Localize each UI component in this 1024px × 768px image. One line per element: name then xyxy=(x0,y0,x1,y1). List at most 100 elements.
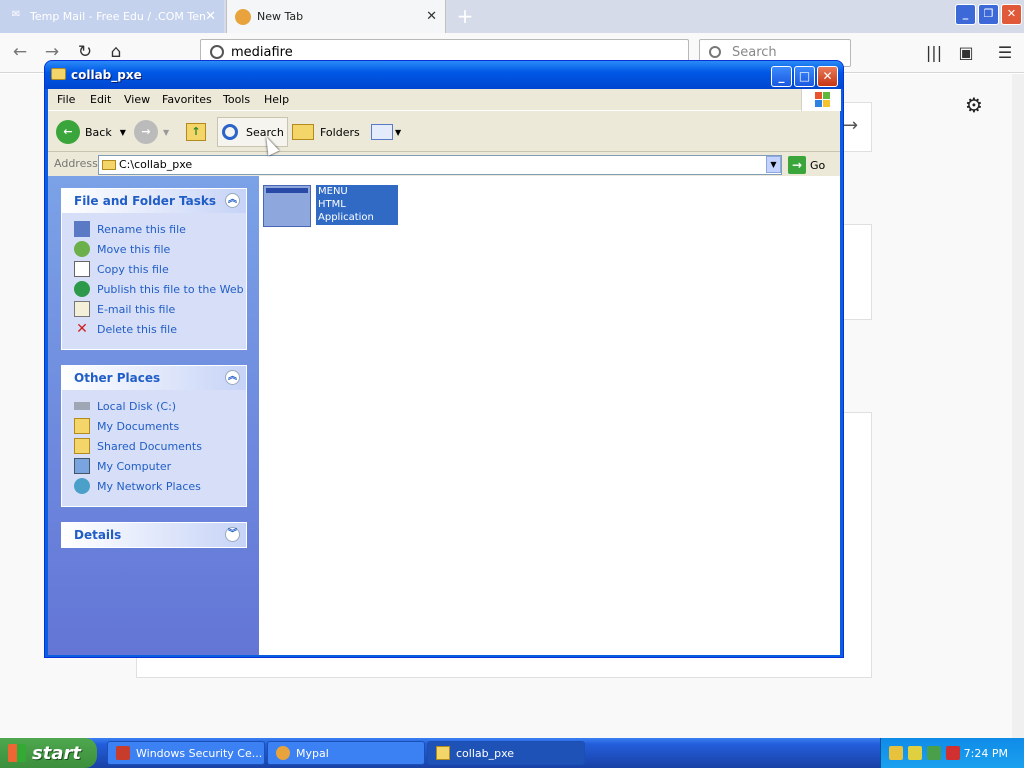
views-button[interactable]: ▼ xyxy=(371,117,401,147)
gear-icon[interactable]: ⚙ xyxy=(965,93,983,117)
local-disk-link[interactable]: Local Disk (C:) xyxy=(62,396,246,416)
mypal-icon xyxy=(276,746,290,760)
chevron-down-icon[interactable]: ▼ xyxy=(163,128,169,137)
link-label: Delete this file xyxy=(97,322,177,336)
shared-documents-link[interactable]: Shared Documents xyxy=(62,436,246,456)
system-tray: 7:24 PM xyxy=(880,738,1024,768)
forward-arrow-icon: → xyxy=(134,120,158,144)
menu-icon[interactable]: ☰ xyxy=(993,41,1017,65)
menu-view[interactable]: View xyxy=(124,93,150,106)
file-item-menu[interactable]: MENU HTML Application 2 KB xyxy=(263,185,401,236)
up-folder-button[interactable]: ↑ xyxy=(186,117,206,147)
collapse-icon[interactable]: ︽ xyxy=(225,193,240,208)
arrow-right-icon[interactable]: → xyxy=(843,115,858,136)
email-file-link[interactable]: E-mail this file xyxy=(62,299,246,319)
panel-title: Details xyxy=(74,528,122,542)
delete-x-icon: ✕ xyxy=(76,321,88,337)
go-button[interactable]: → Go xyxy=(788,155,825,175)
taskbar: start Windows Security Ce... Mypal colla… xyxy=(0,738,1024,768)
alert-icon[interactable] xyxy=(946,746,960,760)
chevron-down-icon[interactable]: ▼ xyxy=(395,128,401,137)
task-label: collab_pxe xyxy=(456,746,515,760)
search-button[interactable]: Search xyxy=(217,117,288,147)
task-collab-pxe[interactable]: collab_pxe xyxy=(427,741,585,765)
minimize-button[interactable]: _ xyxy=(771,66,792,87)
folders-button[interactable]: Folders xyxy=(292,117,360,147)
shield-icon[interactable] xyxy=(908,746,922,760)
tab-temp-mail[interactable]: ✉ Temp Mail - Free Edu / .COM Tem ✕ xyxy=(0,0,224,33)
collapse-icon[interactable]: ︽ xyxy=(225,370,240,385)
tab-title: New Tab xyxy=(257,10,304,23)
link-label: Copy this file xyxy=(97,262,169,276)
sidebar-icon[interactable]: ▣ xyxy=(954,41,978,65)
panel-title: File and Folder Tasks xyxy=(74,194,217,208)
back-button[interactable]: ← Back ▼ xyxy=(56,117,126,147)
file-size: 2 KB xyxy=(318,225,341,236)
copy-file-link[interactable]: Copy this file xyxy=(62,259,246,279)
close-button[interactable]: ✕ xyxy=(817,66,838,87)
address-dropdown[interactable]: ▼ xyxy=(766,156,781,173)
close-tab-icon[interactable]: ✕ xyxy=(426,9,437,24)
explorer-body: File Edit View Favorites Tools Help ← Ba… xyxy=(48,89,841,655)
link-label: My Documents xyxy=(97,419,180,433)
maximize-button[interactable]: □ xyxy=(794,66,815,87)
link-label: E-mail this file xyxy=(97,302,176,316)
close-tab-icon[interactable]: ✕ xyxy=(205,9,216,24)
file-list-area[interactable]: MENU HTML Application 2 KB xyxy=(259,176,840,655)
rename-icon xyxy=(74,221,90,237)
tab-title: Temp Mail - Free Edu / .COM Tem xyxy=(30,10,205,23)
address-bar: Address C:\collab_pxe ▼ → Go xyxy=(48,153,840,176)
rename-file-link[interactable]: Rename this file xyxy=(62,219,246,239)
panel-header[interactable]: File and Folder Tasks ︽ xyxy=(62,189,246,213)
back-label: Back xyxy=(85,125,112,139)
delete-file-link[interactable]: ✕ Delete this file xyxy=(62,319,246,339)
my-computer-link[interactable]: My Computer xyxy=(62,456,246,476)
forward-button[interactable]: → ▼ xyxy=(134,117,169,147)
window-title: collab_pxe xyxy=(71,68,142,82)
folder-icon xyxy=(102,160,116,170)
close-browser-button[interactable]: ✕ xyxy=(1001,4,1022,25)
menu-favorites[interactable]: Favorites xyxy=(162,93,212,106)
menu-file[interactable]: File xyxy=(57,93,75,106)
tab-new-tab[interactable]: New Tab ✕ xyxy=(226,0,446,33)
link-label: Shared Documents xyxy=(97,439,202,453)
other-places-panel: Other Places ︽ Local Disk (C:) My Docume… xyxy=(61,365,247,507)
network-icon xyxy=(74,478,90,494)
folder-icon xyxy=(436,746,450,760)
magnifier-icon xyxy=(222,124,238,140)
panel-header[interactable]: Other Places ︽ xyxy=(62,366,246,390)
menu-edit[interactable]: Edit xyxy=(90,93,111,106)
network-places-link[interactable]: My Network Places xyxy=(62,476,246,496)
my-documents-link[interactable]: My Documents xyxy=(62,416,246,436)
publish-file-link[interactable]: Publish this file to the Web xyxy=(62,279,246,299)
menu-tools[interactable]: Tools xyxy=(223,93,250,106)
start-button[interactable]: start xyxy=(0,738,97,768)
security-icon[interactable] xyxy=(927,746,941,760)
library-icon[interactable]: ||| xyxy=(922,41,946,65)
search-icon xyxy=(709,46,721,58)
explorer-title-bar[interactable]: collab_pxe _ □ ✕ xyxy=(45,61,843,89)
link-label: My Computer xyxy=(97,459,172,473)
globe-icon xyxy=(74,281,90,297)
address-field[interactable]: C:\collab_pxe xyxy=(98,155,782,175)
new-tab-button[interactable]: + xyxy=(452,4,478,30)
menu-help[interactable]: Help xyxy=(264,93,289,106)
move-file-link[interactable]: Move this file xyxy=(62,239,246,259)
firefox-icon xyxy=(235,8,251,25)
mail-icon: ✉ xyxy=(11,8,21,20)
panel-header[interactable]: Details ︾ xyxy=(62,523,246,547)
page-scrollbar[interactable] xyxy=(1012,74,1024,738)
file-tasks-panel: File and Folder Tasks ︽ Rename this file… xyxy=(61,188,247,350)
minimize-browser-button[interactable]: _ xyxy=(955,4,976,25)
address-label: Address xyxy=(54,157,98,170)
expand-icon[interactable]: ︾ xyxy=(225,527,240,542)
chevron-down-icon[interactable]: ▼ xyxy=(120,128,126,137)
task-mypal[interactable]: Mypal xyxy=(267,741,425,765)
copy-icon xyxy=(74,261,90,277)
restore-browser-button[interactable]: ❐ xyxy=(978,4,999,25)
task-windows-security[interactable]: Windows Security Ce... xyxy=(107,741,265,765)
menu-bar: File Edit View Favorites Tools Help xyxy=(48,89,841,111)
back-arrow-icon[interactable]: ← xyxy=(8,41,32,65)
network-icon[interactable] xyxy=(889,746,903,760)
computer-icon xyxy=(74,458,90,474)
